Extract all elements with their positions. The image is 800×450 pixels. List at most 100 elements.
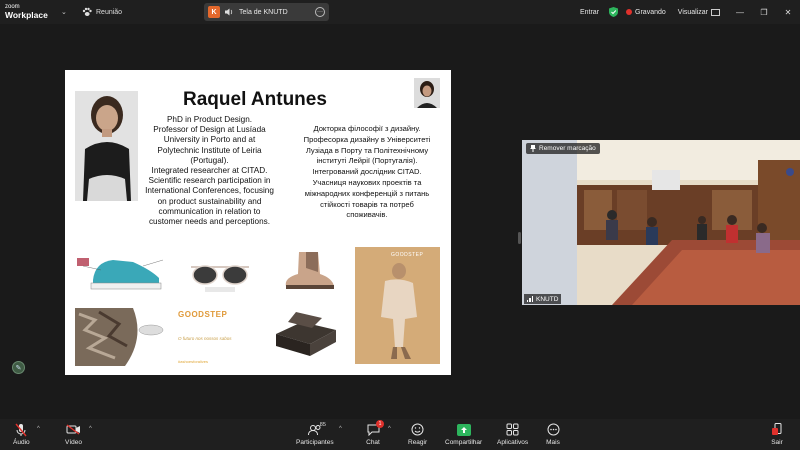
bio-english: PhD in Product Design. Professor of Desi… — [137, 115, 282, 227]
chevron-down-icon[interactable]: ⌄ — [61, 8, 67, 16]
bio-ua-line: споживачів. — [346, 210, 388, 220]
enter-button[interactable]: Entrar — [580, 9, 599, 16]
video-button[interactable]: Vídeo — [65, 422, 82, 446]
video-label: Vídeo — [65, 439, 82, 446]
leave-label: Sair — [771, 439, 783, 446]
shield-check-icon[interactable] — [609, 7, 619, 17]
shoebox-product-image — [272, 308, 342, 358]
bio-ua-line: Учасниця наукових проектів та — [312, 177, 422, 187]
apps-button[interactable]: Aplicativos — [497, 422, 528, 446]
bio-ua-line: стійкості товарів та потреб — [320, 199, 414, 209]
chat-options-chevron-icon[interactable]: ^ — [388, 426, 391, 432]
paw-icon — [82, 7, 92, 16]
bio-ua-line: міжнародних конференцій з питань — [304, 188, 430, 198]
bio-ua-line: Лузіада в Порту та Політехнічному — [305, 145, 429, 155]
bio-en-line: on product sustainability and — [157, 196, 262, 206]
bio-ua-line: Інтегрований дослідник CITAD. — [312, 167, 422, 177]
goodstep-logo: GOODSTEP — [178, 310, 228, 319]
participants-count: 85 — [319, 422, 326, 428]
bio-ua-line: Професорка дизайну в Університеті — [303, 134, 431, 144]
portrait-photo — [75, 91, 138, 201]
more-label: Mais — [546, 439, 560, 446]
participants-button[interactable]: 85 Participantes — [296, 422, 334, 446]
annotate-pencil-icon[interactable]: ✎ — [12, 361, 25, 374]
speaker-icon[interactable] — [225, 8, 234, 16]
view-label: Visualizar — [677, 8, 708, 16]
bio-en-line: (Portugal). — [190, 155, 229, 165]
chat-badge: 1 — [376, 420, 384, 428]
bio-en-line: International Conferences, focusing — [145, 186, 274, 196]
textile-waste-image — [75, 308, 165, 366]
zoom-window: zoom Workplace ⌄ Reunião K Tela de KNUTD… — [0, 0, 800, 450]
grid-icon — [711, 8, 720, 16]
close-icon[interactable]: ✕ — [776, 8, 800, 17]
maximize-icon[interactable]: ❐ — [752, 8, 776, 17]
conference-room-video — [522, 140, 800, 305]
react-button[interactable]: Reagir — [408, 422, 427, 446]
top-bar: zoom Workplace ⌄ Reunião K Tela de KNUTD… — [0, 0, 800, 24]
pin-icon — [530, 145, 536, 152]
share-screen-icon — [456, 423, 471, 436]
audio-button[interactable]: Áudio — [13, 422, 30, 446]
leave-icon — [771, 423, 781, 435]
bio-ua-line: інституті Лейрії (Португалія). — [316, 156, 418, 166]
participants-options-chevron-icon[interactable]: ^ — [339, 426, 342, 432]
react-label: Reagir — [408, 439, 428, 446]
bio-en-line: PhD in Product Design. — [166, 115, 253, 124]
sunglasses-product-image — [185, 255, 255, 295]
recording-indicator[interactable]: Gravando — [626, 9, 666, 16]
chat-button[interactable]: 1 Chat — [365, 420, 384, 446]
slide-title: Raquel Antunes — [183, 89, 327, 110]
participant-name: KNUTD — [536, 295, 559, 303]
share-screen-button[interactable]: Compartilhar — [445, 422, 482, 446]
sneaker-product-image — [73, 248, 173, 298]
share-avatar: K — [208, 6, 220, 18]
bio-ukrainian: Докторка філософії з дизайну. Професорка… — [292, 124, 442, 221]
view-button[interactable]: Visualizar — [677, 8, 720, 16]
bio-en-line: Scientific research participation in — [148, 176, 271, 186]
apps-label: Aplicativos — [497, 439, 529, 446]
camera-off-icon — [66, 424, 80, 435]
signal-bars-icon — [527, 296, 533, 302]
participant-video-tile[interactable]: Remover marcação KNUTD — [522, 140, 800, 305]
audio-options-chevron-icon[interactable]: ^ — [37, 426, 40, 432]
bottom-toolbar: Áudio ^ Vídeo ^ 85 Participantes ^ 1 Cha… — [0, 419, 800, 450]
window-controls: — ❐ ✕ — [728, 8, 800, 17]
chat-label: Chat — [366, 439, 380, 446]
meeting-label: Reunião — [96, 8, 123, 16]
bio-ua-line: Докторка філософії з дизайну. — [313, 124, 421, 133]
goodstep-poster: GOODSTEP — [355, 247, 440, 364]
goodstep-subtitle: O futuro nos nossos sabos — [178, 336, 232, 341]
share-label: Compartilhar — [445, 439, 483, 446]
bio-en-line: customer needs and perceptions. — [148, 217, 271, 227]
participant-name-tag: KNUTD — [524, 294, 562, 304]
microphone-muted-icon — [15, 423, 27, 436]
meeting-menu[interactable]: Reunião — [82, 7, 122, 17]
bio-en-line: Professor of Design at Lusíada — [153, 125, 266, 135]
zoom-logo[interactable]: zoom Workplace — [5, 3, 48, 19]
ankle-boot-product-image — [274, 248, 341, 293]
smiley-icon — [411, 423, 424, 436]
more-button[interactable]: Mais — [545, 422, 561, 446]
shared-screen-slide: Raquel Antunes PhD in Product Design. Pr… — [65, 70, 451, 375]
remove-pin-label: Remover marcação — [539, 145, 596, 152]
bio-en-line: Integrated researcher at CITAD. — [151, 166, 268, 176]
share-label: Tela de KNUTD — [239, 8, 288, 16]
apps-icon — [506, 423, 519, 436]
screen-share-indicator[interactable]: K Tela de KNUTD ··· — [204, 3, 329, 21]
video-options-chevron-icon[interactable]: ^ — [89, 426, 92, 432]
leave-button[interactable]: Sair — [769, 422, 785, 446]
split-view-handle[interactable] — [518, 232, 521, 244]
minimize-icon[interactable]: — — [728, 8, 752, 17]
bio-en-line: communication in relation to — [158, 206, 261, 216]
recording-dot-icon — [626, 9, 633, 15]
top-right-controls: Entrar Gravando Visualizar — ❐ ✕ — [580, 0, 800, 24]
brand-line-2: Workplace — [5, 10, 48, 20]
poster-label: GOODSTEP — [391, 252, 424, 258]
more-options-icon[interactable]: ··· — [315, 7, 325, 17]
small-portrait-photo — [414, 78, 440, 108]
goodstep-hashtag: #ashoesforalives — [178, 359, 209, 364]
remove-pin-button[interactable]: Remover marcação — [526, 143, 600, 154]
audio-label: Áudio — [13, 439, 30, 446]
poster-model-image — [355, 247, 440, 364]
